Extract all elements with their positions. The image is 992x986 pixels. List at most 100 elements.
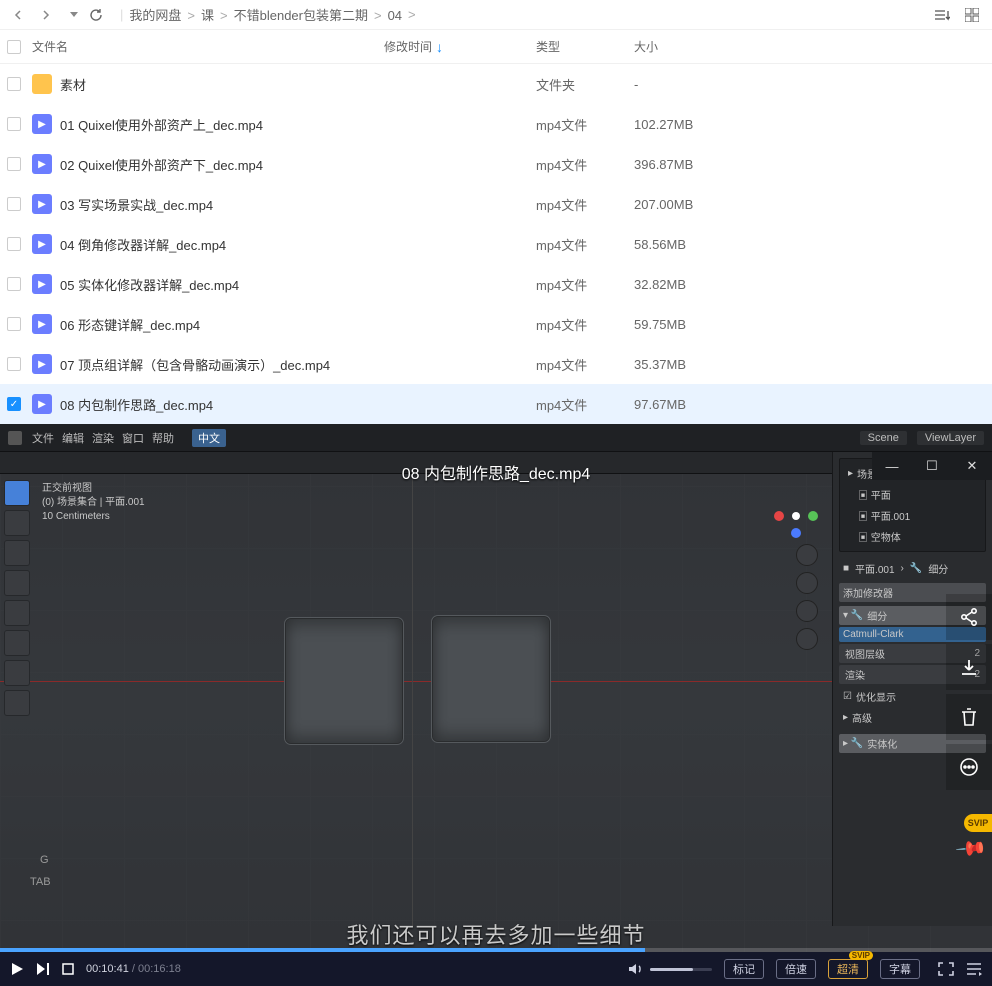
hint-key-g: G: [40, 854, 49, 866]
tool-cursor[interactable]: [4, 510, 30, 536]
crumb-root[interactable]: 我的网盘: [129, 5, 181, 24]
svip-tag[interactable]: SVIP: [964, 814, 992, 832]
tool-rotate[interactable]: [4, 570, 30, 596]
quality-button[interactable]: 超清SVIP: [828, 959, 868, 979]
file-size: 58.56MB: [634, 237, 992, 252]
fullscreen-button[interactable]: [938, 962, 954, 976]
pan-icon[interactable]: [796, 572, 818, 594]
viewport-info: 正交前视图 (0) 场景集合 | 平面.001 10 Centimeters: [42, 482, 145, 524]
info-object: (0) 场景集合 | 平面.001: [42, 496, 145, 510]
outliner-item[interactable]: ▣ 平面.001: [844, 505, 981, 526]
file-row[interactable]: ▶07 顶点组详解（包含骨骼动画演示）_dec.mp4mp4文件35.37MB: [0, 344, 992, 384]
axis-x: [0, 681, 832, 682]
file-checkbox[interactable]: ✓: [7, 397, 21, 411]
sort-icon[interactable]: [930, 3, 954, 27]
crumb-item[interactable]: 不错blender包装第二期: [234, 8, 368, 23]
file-list: 素材文件夹-▶01 Quixel使用外部资产上_dec.mp4mp4文件102.…: [0, 64, 992, 424]
file-row[interactable]: ▶02 Quixel使用外部资产下_dec.mp4mp4文件396.87MB: [0, 144, 992, 184]
viewlayer-field[interactable]: ViewLayer: [917, 431, 984, 445]
file-name: 04 倒角修改器详解_dec.mp4: [60, 235, 226, 254]
video-icon: ▶: [32, 394, 52, 414]
file-row[interactable]: ▶06 形态键详解_dec.mp4mp4文件59.75MB: [0, 304, 992, 344]
video-player: 文件编辑渲染窗口帮助 中文 Scene ViewLayer 正交前视图 (0) …: [0, 424, 992, 986]
lang-toggle[interactable]: 中文: [192, 429, 226, 447]
nav-refresh[interactable]: [86, 5, 106, 25]
nav-dropdown[interactable]: [64, 5, 84, 25]
outliner-item[interactable]: ▣ 空物体: [844, 526, 981, 547]
blender-menu-item[interactable]: 文件: [32, 433, 54, 445]
delete-icon[interactable]: [946, 694, 992, 740]
scene-field[interactable]: Scene: [860, 431, 907, 445]
next-button[interactable]: [36, 962, 50, 976]
blender-menu-item[interactable]: 窗口: [122, 433, 144, 445]
outliner-item[interactable]: ▣ 平面: [844, 484, 981, 505]
nav-gizmo[interactable]: [774, 494, 818, 538]
header-type[interactable]: 类型: [536, 38, 634, 55]
file-checkbox[interactable]: [7, 157, 21, 171]
file-row[interactable]: ▶04 倒角修改器详解_dec.mp4mp4文件58.56MB: [0, 224, 992, 264]
download-icon[interactable]: [946, 644, 992, 690]
volume-bar[interactable]: [650, 968, 712, 971]
select-all-checkbox[interactable]: [7, 40, 21, 54]
file-size: 207.00MB: [634, 197, 992, 212]
header-name[interactable]: 文件名: [28, 38, 384, 55]
zoom-icon[interactable]: [796, 544, 818, 566]
file-checkbox[interactable]: [7, 277, 21, 291]
camera-icon[interactable]: [796, 600, 818, 622]
file-checkbox[interactable]: [7, 357, 21, 371]
video-title: 08 内包制作思路_dec.mp4: [0, 460, 992, 484]
video-controls: 00:10:41 / 00:16:18 标记 倍速 超清SVIP 字幕: [0, 952, 992, 986]
file-row[interactable]: ▶03 写实场景实战_dec.mp4mp4文件207.00MB: [0, 184, 992, 224]
header-modified[interactable]: 修改时间 ↓: [384, 38, 536, 55]
nav-back[interactable]: [8, 5, 28, 25]
share-icon[interactable]: [946, 594, 992, 640]
crumb-sep: >: [408, 7, 416, 22]
stop-button[interactable]: [62, 963, 74, 975]
file-name: 08 内包制作思路_dec.mp4: [60, 395, 213, 414]
caption-button[interactable]: 字幕: [880, 959, 920, 979]
tool-annotate[interactable]: [4, 660, 30, 686]
blender-toolbar: [4, 480, 34, 716]
video-icon: ▶: [32, 154, 52, 174]
hint-key-tab: TAB: [30, 876, 51, 888]
mark-button[interactable]: 标记: [724, 959, 764, 979]
speed-button[interactable]: 倍速: [776, 959, 816, 979]
crumb-sep: >: [374, 8, 382, 23]
file-checkbox[interactable]: [7, 77, 21, 91]
tool-move[interactable]: [4, 540, 30, 566]
time-current: 00:10:41: [86, 963, 129, 975]
mesh-pouch-left: [285, 618, 403, 744]
file-checkbox[interactable]: [7, 237, 21, 251]
playlist-button[interactable]: [966, 962, 982, 976]
video-icon: ▶: [32, 314, 52, 334]
file-checkbox[interactable]: [7, 117, 21, 131]
header-modified-label: 修改时间: [384, 38, 432, 55]
tool-transform[interactable]: [4, 630, 30, 656]
volume-control[interactable]: [628, 962, 712, 976]
tool-measure[interactable]: [4, 690, 30, 716]
blender-menu-item[interactable]: 帮助: [152, 433, 174, 445]
tool-scale[interactable]: [4, 600, 30, 626]
crumb-item[interactable]: 04: [388, 8, 402, 23]
persp-icon[interactable]: [796, 628, 818, 650]
nav-forward[interactable]: [36, 5, 56, 25]
subtitle-text: 我们还可以再去多加一些细节: [0, 918, 992, 950]
video-icon: ▶: [32, 274, 52, 294]
file-row[interactable]: ▶05 实体化修改器详解_dec.mp4mp4文件32.82MB: [0, 264, 992, 304]
blender-menu-item[interactable]: 渲染: [92, 433, 114, 445]
modifier-breadcrumb: ■平面.001› 🔧细分: [839, 558, 986, 579]
header-size[interactable]: 大小: [634, 38, 992, 55]
view-grid-icon[interactable]: [960, 3, 984, 27]
file-checkbox[interactable]: [7, 197, 21, 211]
file-size: 102.27MB: [634, 117, 992, 132]
nav-bar: | 我的网盘 >课>不错blender包装第二期>04 >: [0, 0, 992, 30]
file-checkbox[interactable]: [7, 317, 21, 331]
file-row[interactable]: ✓▶08 内包制作思路_dec.mp4mp4文件97.67MB: [0, 384, 992, 424]
play-button[interactable]: [10, 962, 24, 976]
file-row[interactable]: ▶01 Quixel使用外部资产上_dec.mp4mp4文件102.27MB: [0, 104, 992, 144]
more-icon[interactable]: [946, 744, 992, 790]
blender-menu-item[interactable]: 编辑: [62, 433, 84, 445]
crumb-item[interactable]: 课: [201, 8, 214, 23]
sort-arrow-icon: ↓: [436, 39, 443, 55]
file-row[interactable]: 素材文件夹-: [0, 64, 992, 104]
